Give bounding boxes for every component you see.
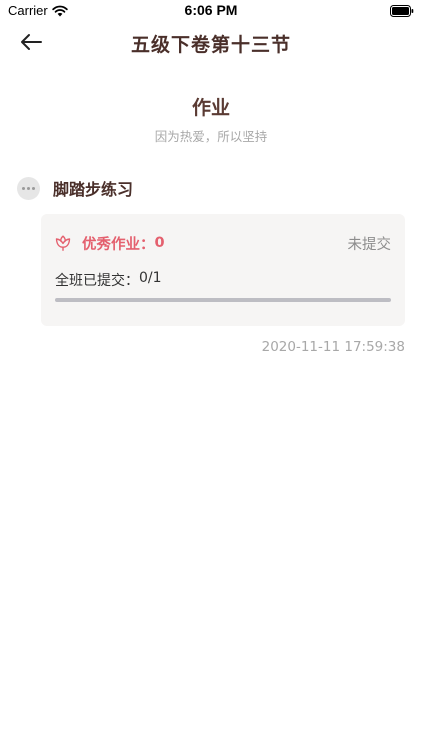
page-title: 五级下卷第十三节 — [130, 34, 291, 56]
homework-card[interactable]: 优秀作业： 0 未提交 全班已提交： 0/1 — [41, 214, 405, 326]
class-submitted-row: 全班已提交： 0/1 — [55, 270, 162, 290]
excellent-homework-label: 优秀作业： — [82, 236, 155, 253]
more-dots-icon[interactable] — [17, 176, 40, 200]
timestamp: 2020-11-11 17:59:38 — [261, 339, 405, 355]
homework-item-header: 脚踏步练习 — [17, 176, 133, 200]
flower-icon — [54, 234, 72, 252]
arrow-left-icon — [20, 33, 42, 55]
class-submitted-label: 全班已提交： — [55, 273, 139, 289]
excellent-homework-count: 0 — [154, 235, 165, 251]
section-subtitle: 因为热爱，所以坚持 — [154, 129, 268, 144]
status-time: 6:06 PM — [184, 2, 238, 18]
submission-progress-bar — [55, 298, 391, 302]
battery-icon — [390, 4, 414, 17]
section-title: 作业 — [191, 97, 230, 119]
nav-bar: 五级下卷第十三节 — [0, 22, 422, 66]
homework-item-title: 脚踏步练习 — [53, 180, 134, 199]
submission-status: 未提交 — [347, 236, 392, 253]
class-submitted-value: 0/1 — [139, 270, 162, 286]
back-button[interactable] — [14, 30, 48, 58]
excellent-row: 优秀作业： 0 未提交 — [54, 233, 391, 253]
status-bar: Carrier 6:06 PM — [0, 0, 422, 22]
